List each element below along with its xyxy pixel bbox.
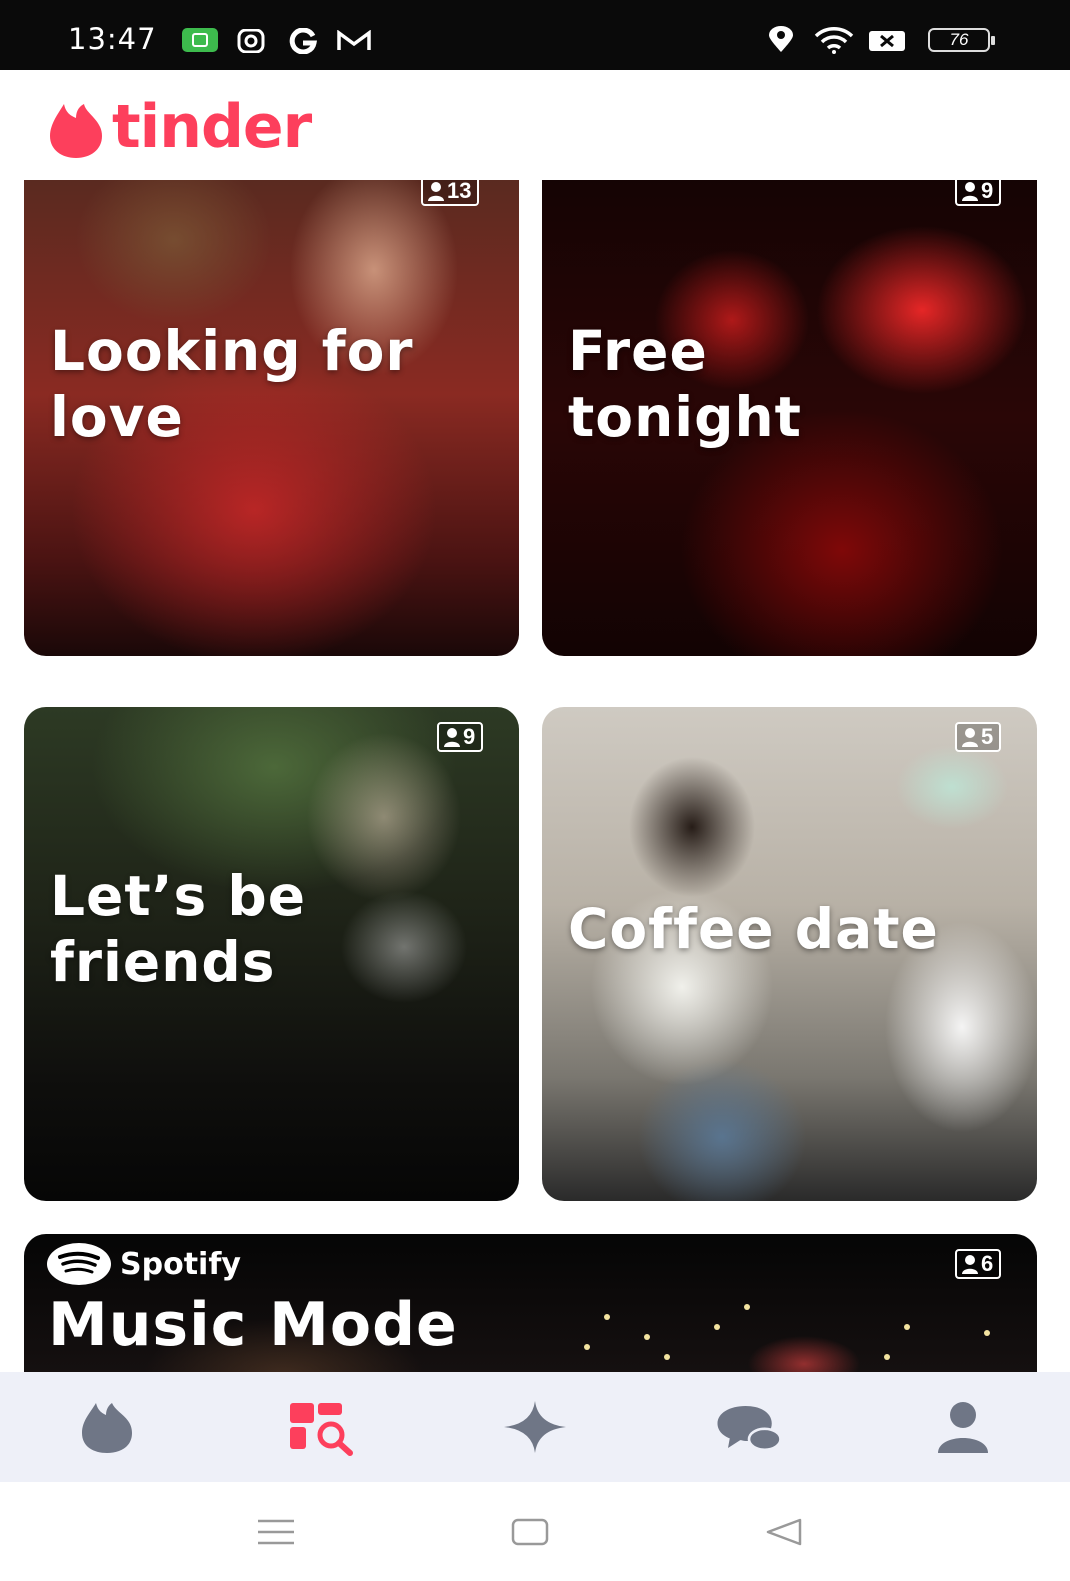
member-count-badge: 6 bbox=[955, 1249, 1002, 1279]
explore-icon bbox=[290, 1403, 353, 1456]
member-count-badge: 9 bbox=[955, 180, 1002, 206]
member-count: 6 bbox=[981, 1251, 994, 1276]
explore-card-music-mode[interactable]: Spotify 6 Music Mode bbox=[24, 1234, 1037, 1372]
member-count-badge: 5 bbox=[955, 722, 1002, 752]
spotify-branding: Spotify bbox=[46, 1242, 241, 1286]
status-time: 13:47 bbox=[68, 22, 157, 56]
system-nav bbox=[0, 1482, 1070, 1581]
gmail-icon bbox=[337, 30, 371, 50]
google-icon bbox=[289, 28, 318, 54]
bottom-nav bbox=[0, 1372, 1070, 1482]
person-icon bbox=[962, 728, 978, 747]
battery-icon: 76 bbox=[928, 28, 995, 52]
person-icon bbox=[444, 728, 460, 747]
sparkle-icon bbox=[504, 1401, 566, 1453]
tinder-flame-icon bbox=[50, 104, 102, 158]
spotify-label: Spotify bbox=[120, 1246, 241, 1282]
explore-card-free-tonight[interactable]: 9 Free tonight bbox=[542, 180, 1037, 656]
wifi-icon bbox=[814, 27, 854, 54]
location-icon bbox=[769, 26, 793, 52]
member-count-badge: 9 bbox=[437, 722, 484, 752]
app-header: tinder bbox=[0, 70, 1070, 180]
nav-explore[interactable] bbox=[214, 1372, 428, 1482]
flame-icon bbox=[82, 1403, 132, 1453]
brand-logo: tinder bbox=[112, 92, 312, 162]
instagram-icon bbox=[237, 29, 265, 53]
profile-icon bbox=[938, 1402, 988, 1453]
card-title: Let’s be friends bbox=[50, 864, 307, 994]
nav-messages[interactable] bbox=[642, 1372, 856, 1482]
chat-icon bbox=[717, 1406, 782, 1452]
explore-card-looking-for-love[interactable]: 13 Looking for love bbox=[24, 180, 519, 656]
menu-icon bbox=[258, 1519, 294, 1545]
card-title: Free tonight bbox=[568, 319, 802, 449]
wechat-icon bbox=[182, 28, 218, 52]
nav-profile[interactable] bbox=[856, 1372, 1070, 1482]
system-menu-button[interactable] bbox=[236, 1502, 316, 1562]
person-icon bbox=[428, 182, 444, 201]
spotify-icon bbox=[47, 1243, 111, 1285]
member-count: 5 bbox=[981, 724, 994, 749]
card-title: Coffee date bbox=[568, 897, 939, 961]
system-home-button[interactable] bbox=[490, 1502, 570, 1562]
explore-card-coffee-date[interactable]: 5 Coffee date bbox=[542, 707, 1037, 1201]
system-back-button[interactable] bbox=[744, 1502, 824, 1562]
back-icon bbox=[766, 1518, 802, 1546]
sim-icon bbox=[869, 31, 905, 51]
status-bar: 13:47 76 bbox=[0, 0, 1070, 70]
nav-top-picks[interactable] bbox=[428, 1372, 642, 1482]
member-count-badge: 13 bbox=[421, 180, 480, 206]
member-count: 9 bbox=[463, 724, 476, 749]
card-title: Music Mode bbox=[48, 1290, 458, 1360]
home-icon bbox=[511, 1518, 549, 1546]
member-count: 13 bbox=[447, 180, 472, 203]
member-count: 9 bbox=[981, 180, 994, 203]
person-icon bbox=[962, 182, 978, 201]
card-title: Looking for love bbox=[50, 319, 414, 449]
person-icon bbox=[962, 1255, 978, 1274]
nav-swipe[interactable] bbox=[0, 1372, 214, 1482]
explore-card-lets-be-friends[interactable]: 9 Let’s be friends bbox=[24, 707, 519, 1201]
